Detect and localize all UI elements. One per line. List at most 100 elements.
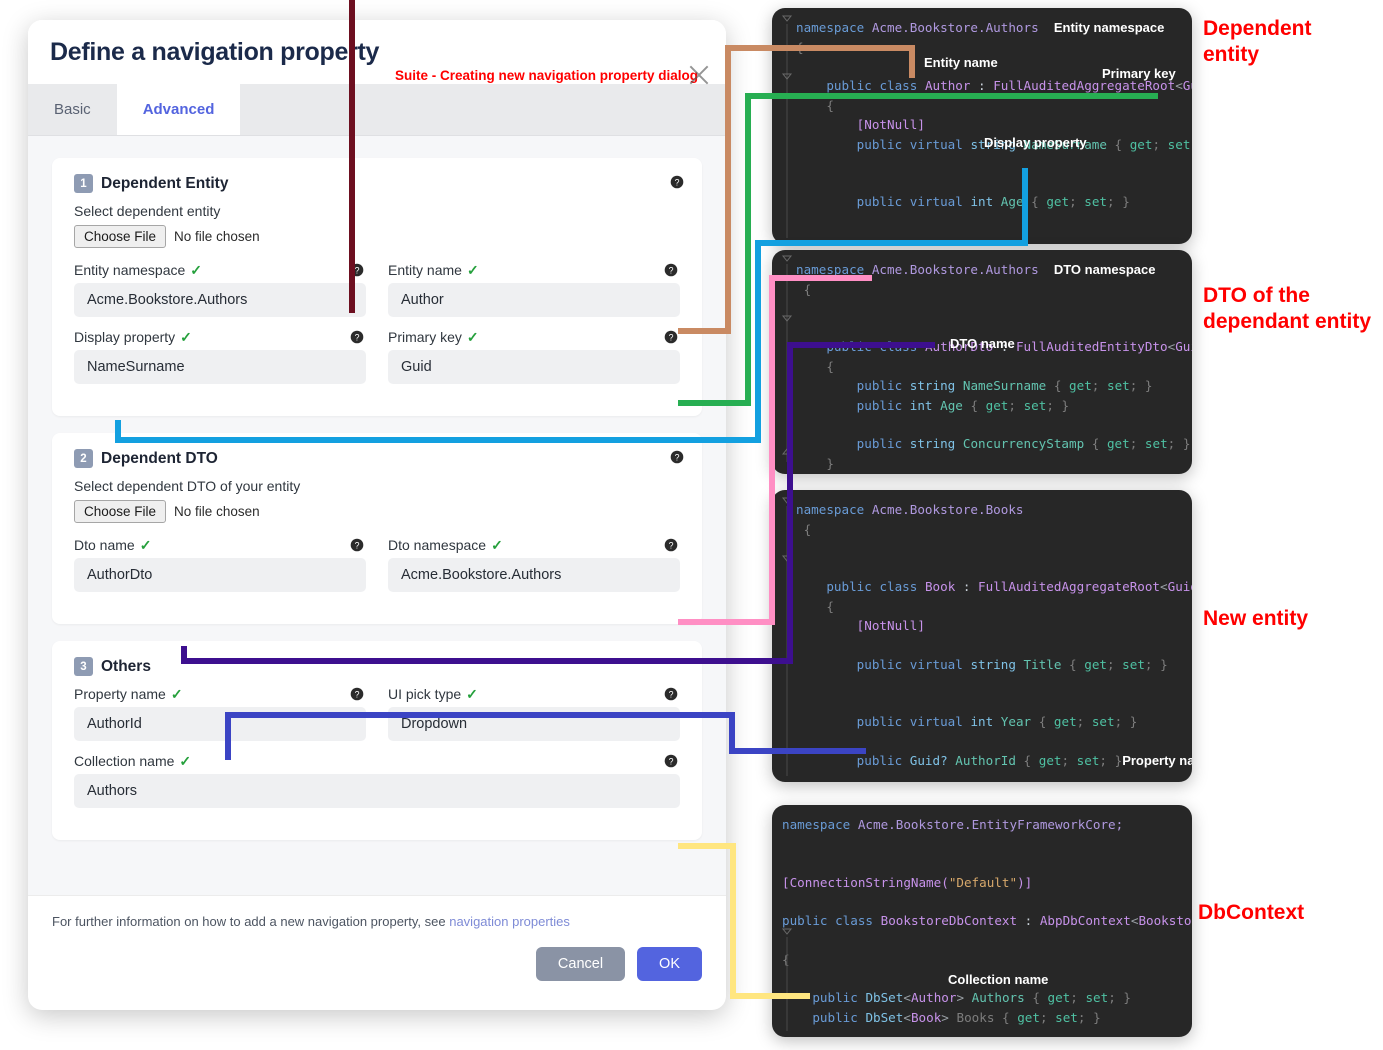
valid-check-icon: ✓ [179, 753, 192, 769]
field-row: Entity namespace ✓ ? Entity name ✓ [74, 262, 680, 329]
code-panel-entity: namespace Acme.Bookstore.Authors Entity … [772, 8, 1192, 244]
section-sub-label: Select dependent entity [74, 203, 221, 219]
red-label-new-entity: New entity [1203, 606, 1363, 632]
help-icon[interactable]: ? [664, 687, 678, 701]
field-label: Property name ✓ [74, 686, 366, 702]
close-icon[interactable] [686, 62, 712, 88]
red-label-dependent-entity: Dependent entity [1203, 16, 1363, 68]
code-fold-gutter [781, 15, 793, 238]
field-label: Entity name ✓ [388, 262, 680, 278]
help-icon[interactable]: ? [664, 538, 678, 552]
svg-text:?: ? [675, 178, 680, 188]
step-number: 1 [74, 174, 93, 193]
dto-namespace-input[interactable] [388, 558, 680, 592]
field-row: Property name ✓ ? UI pick type ✓ [74, 686, 680, 753]
display-property-input[interactable] [74, 350, 366, 384]
code-line: public Guid? AuthorId { get; set; }Prope… [772, 751, 1192, 771]
code-annotation-collection-name: Collection name [948, 972, 1049, 987]
code-line: public class Book : FullAuditedAggregate… [826, 579, 1192, 594]
dialog-annotation-label: Suite - Creating new navigation property… [395, 68, 699, 83]
svg-text:?: ? [355, 690, 360, 700]
section-others: 3 Others Property name ✓ ? AuthorId UI p… [52, 641, 702, 840]
valid-check-icon: ✓ [466, 686, 478, 702]
navigation-properties-link[interactable]: navigation properties [449, 914, 570, 929]
code-annotation-dto-name: DTO name [950, 336, 1015, 351]
code-line: namespace Acme.Bookstore.EntityFramework… [782, 817, 1124, 832]
dialog-body: ? 1 Dependent Entity Select dependent en… [28, 136, 726, 997]
help-icon[interactable]: ? [350, 687, 364, 701]
code-annotation-entity-name: Entity name [924, 55, 998, 70]
field-label: Primary key ✓ [388, 329, 680, 345]
collection-name-input[interactable] [74, 774, 680, 808]
code-line: { [826, 97, 834, 113]
dto-name-input[interactable] [74, 558, 366, 592]
field-row: Collection name ✓ ? [74, 753, 680, 820]
valid-check-icon: ✓ [170, 686, 183, 702]
red-label-dbcontext: DbContext [1198, 900, 1368, 926]
section-header: 3 Others [74, 657, 680, 676]
navigation-property-dialog: Define a navigation property Suite - Cre… [28, 20, 726, 1010]
field-label: Entity namespace ✓ [74, 262, 366, 278]
red-label-dto: DTO of the dependant entity [1203, 283, 1378, 335]
code-fold-gutter [781, 255, 793, 462]
field-collection-name: Collection name ✓ ? [74, 753, 680, 808]
code-line: public virtual string Title { get; set; … [856, 656, 1168, 672]
help-icon[interactable]: ? [350, 538, 364, 552]
help-icon[interactable]: ? [350, 330, 364, 344]
field-dto-name: Dto name ✓ ? [74, 537, 366, 592]
choose-file-button[interactable]: Choose File [74, 500, 167, 523]
cancel-button[interactable]: Cancel [535, 947, 626, 981]
help-icon[interactable]: ? [664, 754, 678, 768]
primary-key-input[interactable] [388, 350, 680, 384]
help-icon[interactable]: ? [664, 263, 678, 277]
page-title: Define a navigation property [50, 37, 380, 66]
section-title: Others [101, 657, 151, 675]
valid-check-icon: ✓ [190, 262, 203, 278]
dialog-footer: For further information on how to add a … [28, 895, 726, 997]
code-annotation-property-name: Property name [1122, 752, 1192, 768]
code-annotation-entity-namespace: Entity namespace [1053, 20, 1165, 35]
file-status-label: No file chosen [174, 504, 260, 519]
code-annotation-primary-key: Primary key [1102, 66, 1176, 81]
red-label-text: New entity [1203, 607, 1309, 630]
svg-text:?: ? [669, 757, 674, 767]
code-line: public DbSet<Book> Books { get; set; } [812, 1009, 1101, 1025]
property-name-input[interactable] [74, 707, 366, 741]
code-line: { [826, 598, 834, 614]
code-panel-book: namespace Acme.Bookstore.Books { public … [772, 490, 1192, 782]
code-line: public virtual string NameSurname { get;… [856, 136, 1192, 152]
code-line: public int Age { get; set; } [856, 397, 1070, 413]
help-icon[interactable]: ? [670, 175, 684, 189]
choose-file-button[interactable]: Choose File [74, 225, 167, 248]
code-line: } [826, 455, 834, 471]
svg-text:?: ? [669, 333, 674, 343]
code-line: public class BookstoreDbContext : AbpDbC… [782, 913, 1192, 928]
entity-name-input[interactable] [388, 283, 680, 317]
svg-text:?: ? [355, 266, 360, 276]
ok-button[interactable]: OK [637, 947, 702, 981]
help-icon[interactable]: ? [664, 330, 678, 344]
field-label-text: Display property [74, 329, 176, 345]
code-line: namespace Acme.Bookstore.Authors DTO nam… [796, 262, 1156, 277]
tab-advanced[interactable]: Advanced [116, 84, 241, 135]
help-icon[interactable]: ? [350, 263, 364, 277]
svg-text:?: ? [669, 690, 674, 700]
footer-note: For further information on how to add a … [52, 914, 702, 929]
section-dependent-dto: ? 2 Dependent DTO Select dependent DTO o… [52, 433, 702, 624]
tab-basic[interactable]: Basic [28, 84, 117, 135]
field-dto-namespace: Dto namespace ✓ ? [388, 537, 680, 592]
field-label: Dto name ✓ [74, 537, 366, 553]
entity-namespace-input[interactable] [74, 283, 366, 317]
field-property-name: Property name ✓ ? [74, 686, 366, 741]
ui-pick-type-input[interactable] [388, 707, 680, 741]
help-icon[interactable]: ? [670, 450, 684, 464]
